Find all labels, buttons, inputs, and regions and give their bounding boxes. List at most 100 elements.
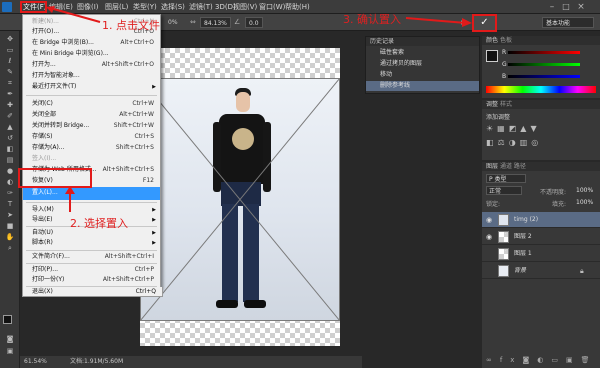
percent-field[interactable]: 0%	[168, 17, 178, 28]
menu-separator	[26, 95, 157, 96]
fill-label: 填充:	[552, 201, 567, 208]
annotation-step1: 1. 点击文件	[102, 19, 160, 32]
red-slider[interactable]	[508, 51, 580, 54]
visibility-eye-icon[interactable]: ◉	[486, 229, 492, 245]
history-panel: 历史记录 磁性套索 通过拷贝的图层 移动 删除参考线	[365, 36, 480, 94]
layer-name: 图层 2	[514, 233, 532, 240]
eraser-tool-icon[interactable]: ◧	[4, 145, 16, 154]
layer-thumbnail	[498, 231, 509, 243]
menu-item-scripts[interactable]: 脚本(R) ▶	[23, 237, 160, 249]
layers-footer-icons[interactable]: ∞fx◙◐▭▣🗑︎	[486, 356, 597, 364]
layers-panel: 图层 通道 路径 P 类型 正常 不透明度: 100% 锁定: 填充: 100%…	[482, 162, 600, 368]
color-ramp[interactable]	[486, 86, 596, 93]
adjustment-icons-row2[interactable]: ◧⚖◑▥◎	[486, 138, 542, 147]
arrow-step2	[65, 186, 75, 212]
menu-layer[interactable]: 图层(L)	[102, 1, 131, 13]
blur-tool-icon[interactable]: ●	[4, 167, 16, 176]
layer-name: 背景	[514, 267, 527, 274]
rotate-icon: ∠	[234, 18, 241, 26]
menu-help[interactable]: 帮助(H)	[282, 1, 313, 13]
green-slider[interactable]	[508, 63, 580, 66]
zoom-field[interactable]: 84.13%	[200, 17, 231, 28]
stamp-tool-icon[interactable]: ▲	[4, 123, 16, 132]
menu-item-recent[interactable]: 最近打开文件(T) ▶	[23, 81, 160, 93]
quick-select-tool-icon[interactable]: ✎	[4, 68, 16, 77]
dodge-tool-icon[interactable]: ◐	[4, 178, 16, 187]
history-item[interactable]: 通过拷贝的图层	[366, 59, 479, 69]
blend-mode-select[interactable]: 正常	[486, 186, 522, 195]
blue-slider[interactable]	[508, 75, 580, 78]
status-bar: 61.54% 文档:1.91M/5.60M	[20, 356, 362, 368]
color-panel-tabs[interactable]: 颜色 色板	[482, 36, 600, 45]
angle-field[interactable]: 0.0	[245, 17, 263, 28]
file-menu-dropdown: 新建(N)... Ctrl+N 打开(O)... Ctrl+O 在 Bridge 中…	[22, 14, 161, 289]
menu-item-place[interactable]: 置入(L)...	[23, 187, 160, 200]
submenu-arrow-icon: ▶	[152, 84, 156, 90]
move-tool-icon[interactable]: ✥	[4, 35, 16, 44]
screen-mode-icon[interactable]: ▣	[4, 347, 16, 356]
link-icon[interactable]: ⇔	[190, 17, 198, 28]
layer-name: 图层 1	[514, 250, 532, 257]
lock-icon: 🔒︎	[580, 267, 584, 275]
channel-g-label: G	[502, 61, 507, 68]
layers-tabs[interactable]: 图层 通道 路径	[482, 162, 600, 171]
arrow-step3	[405, 17, 472, 27]
menu-item-exit[interactable]: 退出(X) Ctrl+Q	[22, 287, 163, 297]
marquee-tool-icon[interactable]: ▭	[4, 46, 16, 55]
layer-row-selected[interactable]: ◉ timg (2)	[482, 212, 600, 228]
layer-filter-select[interactable]: P 类型	[486, 174, 526, 183]
workspace-select[interactable]: 基本功能	[542, 17, 594, 28]
layer-thumbnail	[498, 265, 509, 277]
history-brush-tool-icon[interactable]: ↺	[4, 134, 16, 143]
fill-value[interactable]: 100%	[576, 199, 593, 206]
foreground-color-swatch[interactable]	[3, 315, 12, 324]
commit-transform-button[interactable]: ✓	[472, 14, 497, 32]
path-select-tool-icon[interactable]: ➤	[4, 211, 16, 220]
layer-row[interactable]: 背景 🔒︎	[482, 263, 600, 279]
menu-select[interactable]: 选择(S)	[158, 1, 188, 13]
checkmark-icon: ✓	[480, 17, 489, 28]
opacity-value[interactable]: 100%	[576, 187, 593, 194]
tools-panel: ✥ ▭ ℓ ✎ ⌗ ✒ ✚ ✐ ▲ ↺ ◧ ▤ ● ◐ ✑ T ➤ ■ ✋ ⌕ …	[0, 31, 20, 368]
lasso-tool-icon[interactable]: ℓ	[4, 57, 16, 66]
layer-thumbnail	[498, 214, 509, 226]
shape-tool-icon[interactable]: ■	[4, 222, 16, 231]
submenu-arrow-icon: ▶	[152, 240, 156, 246]
minimize-icon[interactable]: –	[546, 1, 558, 13]
type-tool-icon[interactable]: T	[4, 200, 16, 209]
menu-type[interactable]: 类型(Y)	[130, 1, 160, 13]
menu-item-file-info[interactable]: 文件简介(F)... Alt+Shift+Ctrl+I	[23, 251, 160, 263]
layer-row[interactable]: 图层 1	[482, 246, 600, 262]
history-item[interactable]: 移动	[366, 70, 479, 80]
maximize-icon[interactable]: □	[560, 1, 572, 13]
crop-tool-icon[interactable]: ⌗	[4, 79, 16, 88]
lock-label: 锁定:	[486, 201, 501, 208]
history-panel-title: 历史记录	[366, 37, 479, 46]
history-item[interactable]: 磁性套索	[366, 48, 479, 58]
history-item-active[interactable]: 删除参考线	[366, 81, 479, 91]
adjustment-icons-row1[interactable]: ☀▦◩▲▼	[486, 124, 541, 133]
status-zoom[interactable]: 61.54%	[24, 356, 47, 368]
annotation-step2: 2. 选择置入	[70, 217, 128, 230]
visibility-eye-icon[interactable]: ◉	[486, 212, 492, 228]
gradient-tool-icon[interactable]: ▤	[4, 156, 16, 165]
menu-separator	[26, 202, 157, 203]
eyedropper-tool-icon[interactable]: ✒	[4, 90, 16, 99]
adjustments-panel: 调整 样式 添加调整 ☀▦◩▲▼ ◧⚖◑▥◎	[482, 100, 600, 160]
fg-color-chip[interactable]	[486, 50, 498, 62]
brush-tool-icon[interactable]: ✐	[4, 112, 16, 121]
hand-tool-icon[interactable]: ✋	[4, 233, 16, 242]
quick-mask-icon[interactable]: ◙	[4, 335, 16, 344]
menu-item-print-one[interactable]: 打印一份(Y) Alt+Shift+Ctrl+P	[23, 274, 160, 286]
layer-row[interactable]: ◉ 图层 2	[482, 229, 600, 245]
transform-bounding-box[interactable]	[140, 78, 340, 321]
ps-logo-icon	[2, 2, 12, 12]
pen-tool-icon[interactable]: ✑	[4, 189, 16, 198]
adjustments-tabs[interactable]: 调整 样式	[482, 100, 600, 109]
zoom-tool-icon[interactable]: ⌕	[4, 244, 16, 253]
opacity-label: 不透明度:	[540, 189, 567, 196]
adjustments-title: 添加调整	[486, 114, 511, 121]
layer-name: timg (2)	[514, 216, 539, 223]
close-window-icon[interactable]: ×	[574, 1, 588, 13]
healing-tool-icon[interactable]: ✚	[4, 101, 16, 110]
